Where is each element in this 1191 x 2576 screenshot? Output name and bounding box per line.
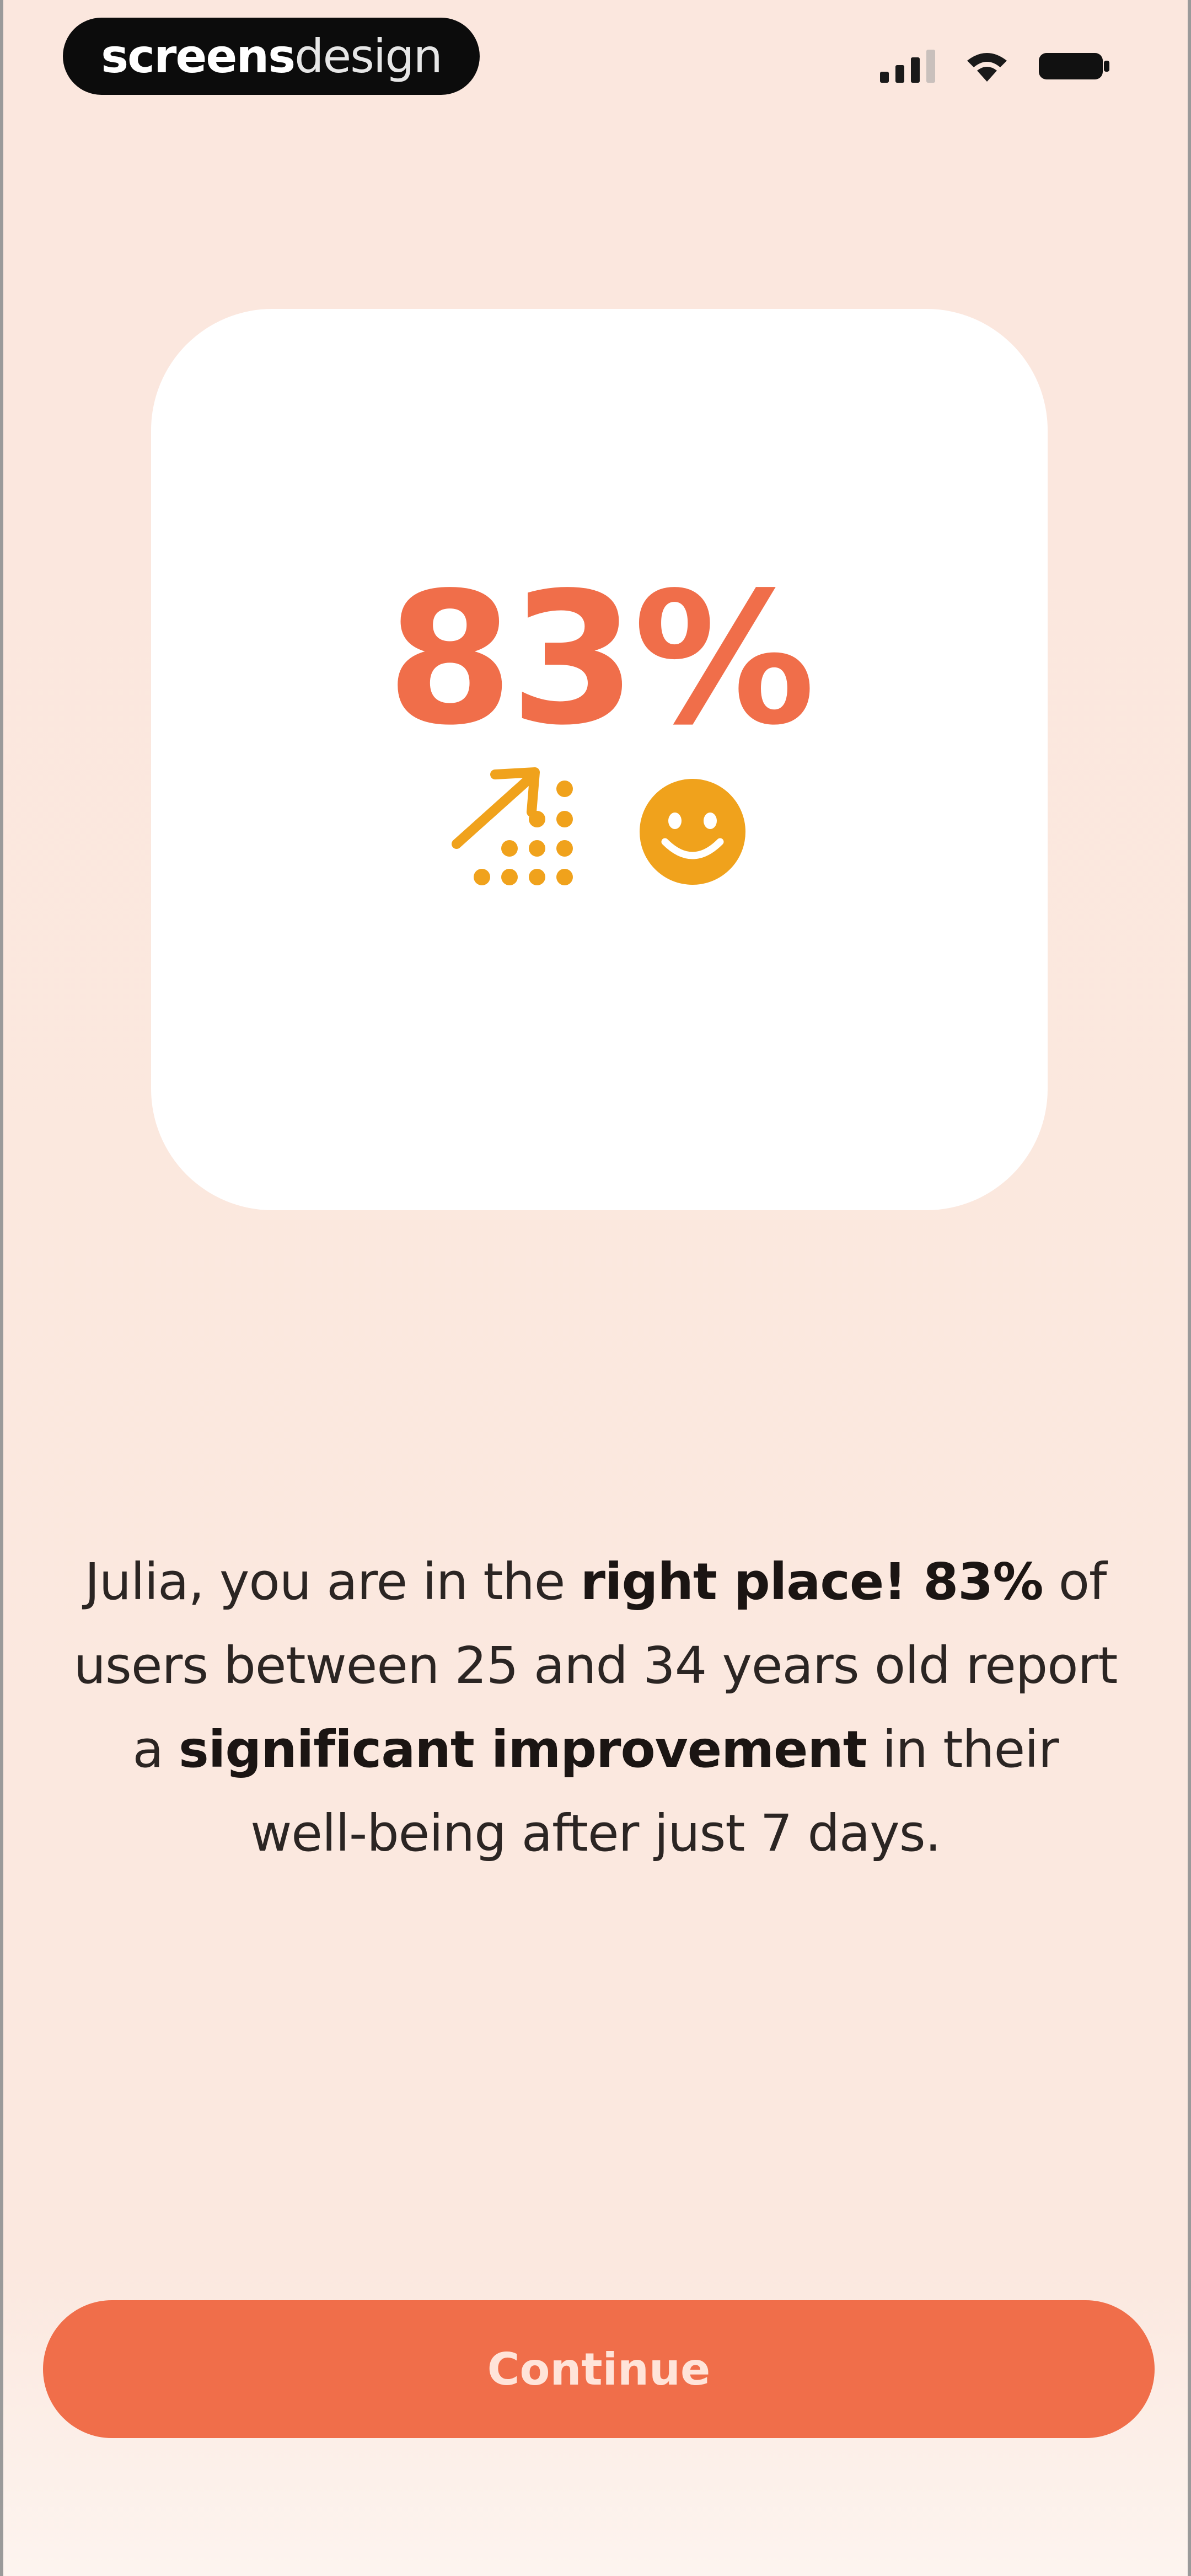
growth-arrow-icon bbox=[452, 767, 540, 849]
battery-icon bbox=[1039, 50, 1110, 85]
message-highlight-2: significant improvement bbox=[179, 1720, 867, 1779]
brand-logo-light: design bbox=[294, 29, 443, 83]
result-message: Julia, you are in the right place! 83% o… bbox=[69, 1540, 1122, 1875]
dot-grid-chart-icon bbox=[474, 781, 573, 885]
stat-percent: 83% bbox=[387, 553, 816, 765]
message-highlight-1: right place! 83% bbox=[580, 1552, 1044, 1611]
status-icons bbox=[880, 45, 1110, 89]
stat-card: 83% bbox=[151, 309, 1048, 1210]
continue-button[interactable]: Continue bbox=[43, 2300, 1155, 2438]
onboarding-screen: screens design 83% Julia, you are in the… bbox=[0, 0, 1191, 2576]
wifi-icon bbox=[965, 50, 1009, 85]
stat-graphic bbox=[449, 761, 758, 905]
brand-logo: screens design bbox=[63, 18, 480, 95]
smiley-face-icon bbox=[640, 779, 745, 885]
signal-icon bbox=[880, 50, 935, 85]
message-text-1: Julia, you are in the bbox=[84, 1552, 581, 1611]
brand-logo-bold: screens bbox=[101, 29, 296, 83]
